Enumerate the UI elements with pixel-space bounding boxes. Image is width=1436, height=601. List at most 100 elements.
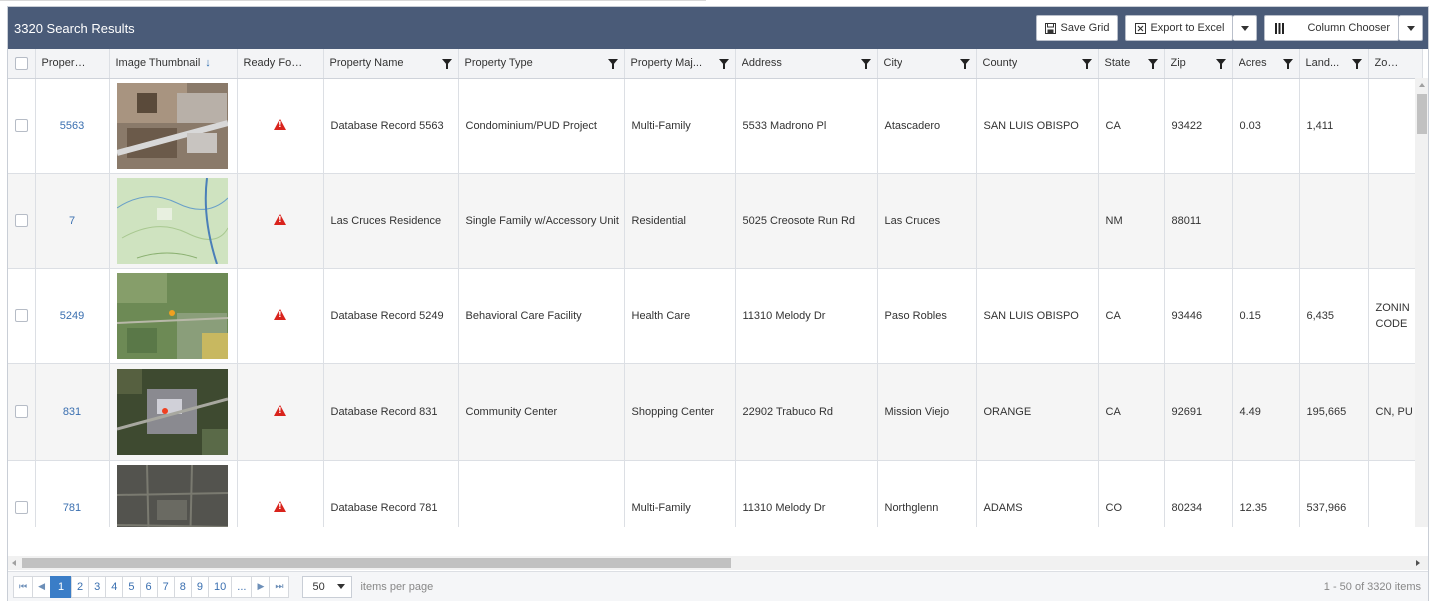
column-header[interactable]: Ready For Use xyxy=(237,49,324,79)
property-thumbnail-image[interactable] xyxy=(116,177,230,264)
property-thumbnail-image[interactable] xyxy=(116,368,230,455)
filter-icon[interactable] xyxy=(718,59,729,69)
column-header[interactable]: Zip xyxy=(1164,49,1233,79)
select-all-checkbox[interactable] xyxy=(14,56,28,70)
last-page-button[interactable]: ⏭ xyxy=(269,575,290,598)
export-excel-button[interactable]: Export to Excel xyxy=(1125,15,1234,41)
row-checkbox-cell[interactable] xyxy=(8,78,36,174)
property-thumbnail-image[interactable] xyxy=(116,272,230,359)
filter-icon[interactable] xyxy=(1282,59,1293,69)
cell-property-id[interactable]: 5249 xyxy=(35,268,110,364)
cell-city: Northglenn xyxy=(877,460,977,527)
scroll-up-arrow[interactable] xyxy=(1419,83,1425,87)
column-header[interactable]: Property Id xyxy=(35,49,110,79)
column-header[interactable]: Acres xyxy=(1232,49,1300,79)
property-id-link[interactable]: 831 xyxy=(63,406,81,418)
page-button[interactable]: 8 xyxy=(173,575,192,598)
items-per-page-label: items per page xyxy=(360,580,434,593)
table-row[interactable]: 781 Database Record 781 Multi-Family11310 … xyxy=(8,460,1423,527)
horizontal-scroll-thumb[interactable] xyxy=(22,558,731,568)
scroll-right-arrow[interactable] xyxy=(1416,560,1420,566)
cell-property-id[interactable]: 7 xyxy=(35,173,110,269)
cell-property-id[interactable]: 5563 xyxy=(35,78,110,174)
row-checkbox-cell[interactable] xyxy=(8,363,36,461)
first-page-button[interactable]: ⏮ xyxy=(13,575,34,598)
cell-image-thumbnail[interactable] xyxy=(109,173,238,269)
row-checkbox[interactable] xyxy=(14,119,28,132)
filter-icon[interactable] xyxy=(1147,59,1158,69)
column-chooser-button[interactable]: Column Chooser xyxy=(1264,15,1399,41)
table-row[interactable]: 831 Database Record 831Community CenterSh… xyxy=(8,363,1423,461)
property-id-link[interactable]: 781 xyxy=(63,502,81,514)
column-chooser-dropdown[interactable] xyxy=(1399,15,1423,41)
cell-county: SAN LUIS OBISPO xyxy=(976,268,1099,364)
property-id-link[interactable]: 7 xyxy=(69,215,75,227)
property-id-link[interactable]: 5249 xyxy=(60,310,84,322)
row-checkbox-cell[interactable] xyxy=(8,173,36,269)
property-id-link[interactable]: 5563 xyxy=(60,120,84,132)
row-checkbox[interactable] xyxy=(14,501,28,514)
select-all-checkbox-cell[interactable] xyxy=(8,49,36,79)
page-button[interactable]: ... xyxy=(231,575,253,598)
column-header[interactable]: Property Type xyxy=(458,49,625,79)
next-page-button[interactable]: ▶ xyxy=(251,575,271,598)
column-header[interactable]: Image Thumbnail ↓ xyxy=(109,49,238,79)
column-header[interactable]: County xyxy=(976,49,1099,79)
row-checkbox[interactable] xyxy=(14,309,28,322)
page-button[interactable]: 9 xyxy=(190,575,210,598)
page-button[interactable]: 2 xyxy=(71,575,90,598)
row-checkbox[interactable] xyxy=(14,214,28,227)
cell-property-id[interactable]: 781 xyxy=(35,460,110,527)
column-header[interactable]: Land... xyxy=(1299,49,1369,79)
row-checkbox-cell[interactable] xyxy=(8,268,36,364)
property-thumbnail-image[interactable] xyxy=(116,82,230,169)
page-button[interactable]: 1 xyxy=(50,575,73,598)
vertical-scrollbar[interactable] xyxy=(1415,78,1428,527)
page-button[interactable]: 6 xyxy=(139,575,158,598)
row-checkbox[interactable] xyxy=(14,405,28,418)
export-options-dropdown[interactable] xyxy=(1233,15,1258,41)
grid-body: Property Id Image Thumbnail ↓ Ready For Use… xyxy=(8,49,1428,527)
vertical-scroll-thumb[interactable] xyxy=(1417,94,1427,134)
save-grid-button[interactable]: Save Grid xyxy=(1035,15,1119,41)
cell-image-thumbnail[interactable] xyxy=(109,363,238,461)
filter-icon[interactable] xyxy=(607,59,618,69)
page-button[interactable]: 4 xyxy=(105,575,124,598)
filter-icon[interactable] xyxy=(441,59,452,69)
cell-ready-for-use xyxy=(237,173,324,269)
filter-icon[interactable] xyxy=(860,59,871,69)
column-header-label: City xyxy=(883,57,903,70)
page-size-select[interactable]: 50 xyxy=(302,575,353,598)
scroll-left-arrow[interactable] xyxy=(12,560,16,566)
warning-icon xyxy=(274,404,286,416)
column-header[interactable]: City xyxy=(877,49,977,79)
cell-image-thumbnail[interactable] xyxy=(109,268,238,364)
column-header[interactable]: Address xyxy=(735,49,878,79)
row-checkbox-cell[interactable] xyxy=(8,460,36,527)
column-header[interactable]: State xyxy=(1098,49,1165,79)
table-row[interactable]: 5249 Database Record 5249Behavioral Care … xyxy=(8,268,1423,364)
horizontal-scrollbar[interactable] xyxy=(8,556,1428,570)
property-thumbnail-image[interactable] xyxy=(116,464,230,527)
column-header[interactable]: Property Maj... xyxy=(624,49,736,79)
cell-property-id[interactable]: 831 xyxy=(35,363,110,461)
cell-city: Atascadero xyxy=(877,78,977,174)
filter-icon[interactable] xyxy=(1215,59,1226,69)
page-button[interactable]: 7 xyxy=(156,575,175,598)
warning-icon xyxy=(274,118,286,130)
cell-property-major: Multi-Family xyxy=(624,460,736,527)
filter-icon[interactable] xyxy=(1081,59,1092,69)
column-header[interactable]: Property Name xyxy=(323,49,459,79)
cell-acres: 0.03 xyxy=(1232,78,1300,174)
page-button[interactable]: 10 xyxy=(208,575,233,598)
filter-icon[interactable] xyxy=(1351,59,1362,69)
table-row[interactable]: 7 Las Cruces ResidenceSingle Family w/Acc… xyxy=(8,173,1423,269)
filter-icon[interactable] xyxy=(959,59,970,69)
page-button[interactable]: 5 xyxy=(122,575,141,598)
cell-image-thumbnail[interactable] xyxy=(109,78,238,174)
cell-image-thumbnail[interactable] xyxy=(109,460,238,527)
prev-page-button[interactable]: ◀ xyxy=(32,575,52,598)
table-row[interactable]: 5563 Database Record 5563Condominium/PUD … xyxy=(8,78,1423,174)
column-header[interactable]: Zoni... xyxy=(1368,49,1423,79)
page-button[interactable]: 3 xyxy=(88,575,107,598)
